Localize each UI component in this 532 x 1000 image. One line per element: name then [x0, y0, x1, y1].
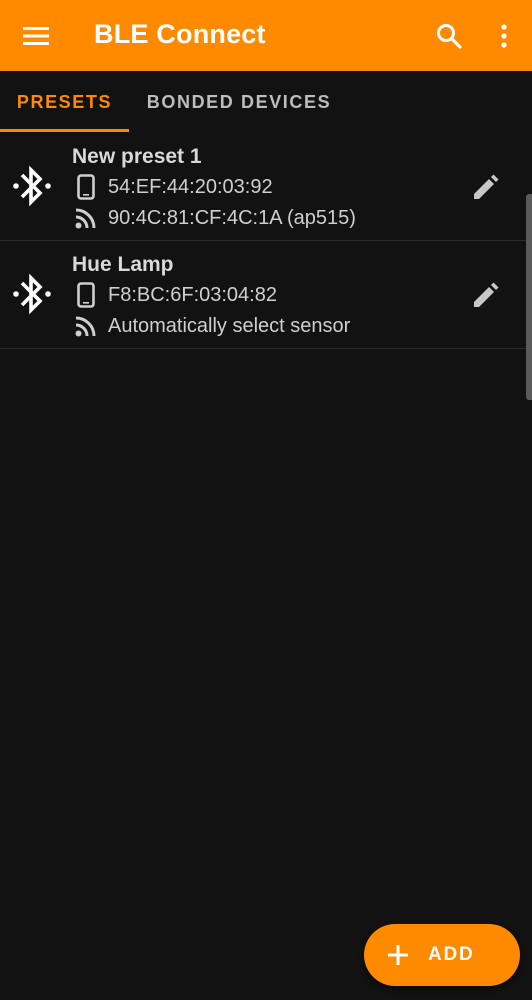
edit-preset-button[interactable]	[464, 273, 508, 317]
device-address: 54:EF:44:20:03:92	[108, 175, 273, 198]
device-address-line: 54:EF:44:20:03:92	[72, 173, 273, 201]
sensor-label: Automatically select sensor	[108, 314, 351, 337]
pencil-icon	[474, 174, 499, 199]
more-vert-icon	[501, 24, 507, 48]
tab-presets[interactable]: PRESETS	[0, 71, 129, 133]
preset-name: Hue Lamp	[72, 253, 174, 276]
more-options-button[interactable]	[482, 14, 526, 58]
add-button-label: ADD	[428, 944, 475, 965]
search-icon	[437, 24, 462, 49]
app-root: BLE Connect PRESETS BONDED DEVICES New p…	[0, 0, 532, 1000]
sensor-label: 90:4C:81:CF:4C:1A (ap515)	[108, 206, 356, 229]
phone-icon	[72, 173, 100, 201]
bluetooth-icon	[13, 165, 51, 207]
add-preset-button[interactable]: ADD	[364, 924, 520, 986]
sensor-line: Automatically select sensor	[72, 312, 350, 340]
device-address-line: F8:BC:6F:03:04:82	[72, 281, 277, 309]
preset-list: New preset 1 54:EF:44:20:03:92 90:4C:81:…	[0, 133, 532, 349]
scrollbar-thumb[interactable]	[526, 194, 532, 400]
plus-icon	[388, 945, 408, 965]
tab-indicator	[0, 129, 129, 132]
device-address: F8:BC:6F:03:04:82	[108, 283, 277, 306]
preset-name: New preset 1	[72, 145, 202, 168]
menu-button[interactable]	[14, 14, 58, 58]
phone-icon	[72, 281, 100, 309]
bluetooth-icon	[13, 273, 51, 315]
preset-row[interactable]: Hue Lamp F8:BC:6F:03:04:82 Automatically…	[0, 241, 532, 349]
tab-bonded-devices[interactable]: BONDED DEVICES	[129, 71, 349, 133]
app-toolbar: BLE Connect	[0, 0, 532, 71]
sensor-line: 90:4C:81:CF:4C:1A (ap515)	[72, 204, 356, 232]
menu-icon	[23, 27, 49, 45]
preset-row[interactable]: New preset 1 54:EF:44:20:03:92 90:4C:81:…	[0, 133, 532, 241]
rss-feed-icon	[72, 204, 100, 232]
pencil-icon	[474, 282, 499, 307]
edit-preset-button[interactable]	[464, 165, 508, 209]
search-button[interactable]	[427, 14, 471, 58]
app-title: BLE Connect	[94, 19, 266, 49]
rss-feed-icon	[72, 312, 100, 340]
tab-bar: PRESETS BONDED DEVICES	[0, 71, 532, 133]
